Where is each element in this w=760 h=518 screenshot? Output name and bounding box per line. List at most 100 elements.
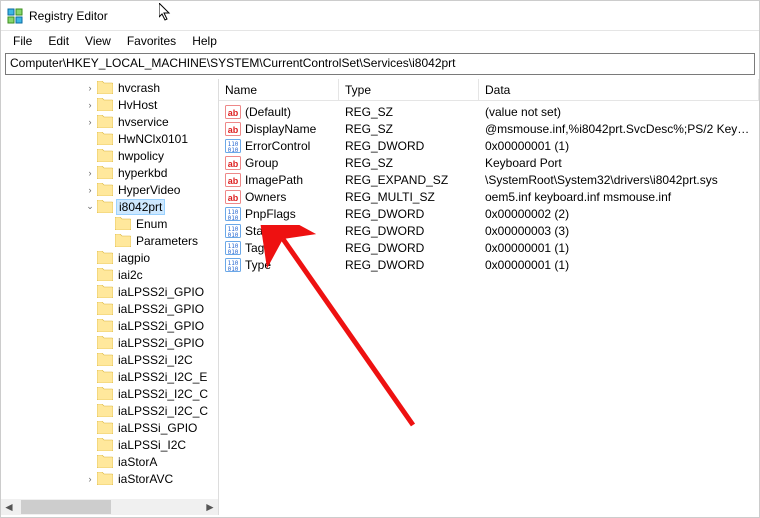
tree-label: iaStorA xyxy=(116,455,159,469)
svg-text:010: 010 xyxy=(228,266,239,273)
scroll-thumb[interactable] xyxy=(21,500,111,514)
value-row-imagepath[interactable]: abImagePathREG_EXPAND_SZ\SystemRoot\Syst… xyxy=(219,171,759,188)
tree-pane[interactable]: › hvcrash › HvHost › hvservice HwNClx0101 hwpol… xyxy=(1,79,219,515)
tree-label: iaLPSS2i_GPIO xyxy=(116,319,206,333)
expander-icon[interactable]: › xyxy=(83,185,97,195)
menu-file[interactable]: File xyxy=(5,32,40,50)
tree-item-ialpss2i_i2c_c[interactable]: iaLPSS2i_I2C_C xyxy=(1,402,218,419)
tree-label: HyperVideo xyxy=(116,183,182,197)
value-data: @msmouse.inf,%i8042prt.SvcDesc%;PS/2 Key… xyxy=(479,122,759,136)
expander-icon[interactable]: › xyxy=(83,83,97,93)
value-data: 0x00000003 (3) xyxy=(479,224,759,238)
value-name: Start xyxy=(245,224,270,238)
mouse-cursor-icon xyxy=(159,3,175,23)
tree-item-hvcrash[interactable]: › hvcrash xyxy=(1,79,218,96)
column-name[interactable]: Name xyxy=(219,79,339,100)
tree-item-hvhost[interactable]: › HvHost xyxy=(1,96,218,113)
svg-text:ab: ab xyxy=(228,108,239,118)
value-row-start[interactable]: 110010StartREG_DWORD0x00000003 (3) xyxy=(219,222,759,239)
expander-icon[interactable]: › xyxy=(83,474,97,484)
value-row-group[interactable]: abGroupREG_SZKeyboard Port xyxy=(219,154,759,171)
value-data: (value not set) xyxy=(479,105,759,119)
tree-item-ialpss2i_gpio[interactable]: iaLPSS2i_GPIO xyxy=(1,317,218,334)
value-name: Type xyxy=(245,258,271,272)
column-type[interactable]: Type xyxy=(339,79,479,100)
tree-item-ialpss2i_gpio[interactable]: iaLPSS2i_GPIO xyxy=(1,334,218,351)
tree-horizontal-scrollbar[interactable]: ◄ ► xyxy=(1,499,218,515)
menu-view[interactable]: View xyxy=(77,32,119,50)
scroll-left-icon[interactable]: ◄ xyxy=(1,500,17,514)
tree-item-parameters[interactable]: Parameters xyxy=(1,232,218,249)
menu-edit[interactable]: Edit xyxy=(40,32,77,50)
tree-item-hvservice[interactable]: › hvservice xyxy=(1,113,218,130)
value-type: REG_DWORD xyxy=(339,241,479,255)
window-title: Registry Editor xyxy=(29,9,108,23)
tree-item-hyperkbd[interactable]: › hyperkbd xyxy=(1,164,218,181)
value-row-default[interactable]: ab (Default) REG_SZ(value not set) xyxy=(219,103,759,120)
tree-label: hvcrash xyxy=(116,81,162,95)
tree-item-hypervideo[interactable]: › HyperVideo xyxy=(1,181,218,198)
address-bar[interactable]: Computer\HKEY_LOCAL_MACHINE\SYSTEM\Curre… xyxy=(5,53,755,75)
value-row-owners[interactable]: abOwnersREG_MULTI_SZoem5.inf keyboard.in… xyxy=(219,188,759,205)
tree-item-enum[interactable]: Enum xyxy=(1,215,218,232)
tree-label: iaLPSS2i_GPIO xyxy=(116,336,206,350)
tree-label: hvservice xyxy=(116,115,171,129)
tree-label: iaLPSSi_I2C xyxy=(116,438,188,452)
tree-item-iastora[interactable]: iaStorA xyxy=(1,453,218,470)
svg-text:ab: ab xyxy=(228,193,239,203)
tree-item-iai2c[interactable]: iai2c xyxy=(1,266,218,283)
svg-text:ab: ab xyxy=(228,176,239,186)
svg-text:010: 010 xyxy=(228,147,239,154)
tree-item-hwnclx0101[interactable]: HwNClx0101 xyxy=(1,130,218,147)
expander-icon[interactable]: › xyxy=(83,168,97,178)
tree-label: iaStorAVC xyxy=(116,472,175,486)
value-row-errorcontrol[interactable]: 110010ErrorControlREG_DWORD0x00000001 (1… xyxy=(219,137,759,154)
tree-item-ialpss2i_i2c[interactable]: iaLPSS2i_I2C xyxy=(1,351,218,368)
svg-text:010: 010 xyxy=(228,215,239,222)
regedit-icon xyxy=(7,8,23,24)
menu-favorites[interactable]: Favorites xyxy=(119,32,184,50)
tree-item-iastoravc[interactable]: › iaStorAVC xyxy=(1,470,218,487)
value-row-pnpflags[interactable]: 110010PnpFlagsREG_DWORD0x00000002 (2) xyxy=(219,205,759,222)
value-data: Keyboard Port xyxy=(479,156,759,170)
expander-icon[interactable]: › xyxy=(83,100,97,110)
tree-label: iaLPSSi_GPIO xyxy=(116,421,199,435)
value-row-type[interactable]: 110010TypeREG_DWORD0x00000001 (1) xyxy=(219,256,759,273)
value-name: (Default) xyxy=(245,105,291,119)
tree-item-ialpssi_i2c[interactable]: iaLPSSi_I2C xyxy=(1,436,218,453)
svg-text:010: 010 xyxy=(228,249,239,256)
tree-item-hwpolicy[interactable]: hwpolicy xyxy=(1,147,218,164)
tree-item-ialpss2i_gpio[interactable]: iaLPSS2i_GPIO xyxy=(1,300,218,317)
tree-label: HvHost xyxy=(116,98,159,112)
value-data: 0x00000002 (2) xyxy=(479,207,759,221)
tree-item-ialpssi_gpio[interactable]: iaLPSSi_GPIO xyxy=(1,419,218,436)
tree-label: hyperkbd xyxy=(116,166,169,180)
tree-item-i8042prt[interactable]: ⌄i8042prt xyxy=(1,198,218,215)
column-data[interactable]: Data xyxy=(479,79,759,100)
tree-label: hwpolicy xyxy=(116,149,166,163)
value-type: REG_SZ xyxy=(339,156,479,170)
tree-item-ialpss2i_i2c_c[interactable]: iaLPSS2i_I2C_C xyxy=(1,385,218,402)
value-data: \SystemRoot\System32\drivers\i8042prt.sy… xyxy=(479,173,759,187)
value-type: REG_SZ xyxy=(339,105,479,119)
value-row-displayname[interactable]: abDisplayNameREG_SZ@msmouse.inf,%i8042pr… xyxy=(219,120,759,137)
value-name: Tag xyxy=(245,241,264,255)
menubar: File Edit View Favorites Help xyxy=(1,31,759,51)
tree-label: iaLPSS2i_GPIO xyxy=(116,285,206,299)
menu-help[interactable]: Help xyxy=(184,32,225,50)
value-data: 0x00000001 (1) xyxy=(479,139,759,153)
tree-item-ialpss2i_i2c_e[interactable]: iaLPSS2i_I2C_E xyxy=(1,368,218,385)
titlebar: Registry Editor xyxy=(1,1,759,31)
expander-icon[interactable]: › xyxy=(83,117,97,127)
expander-icon[interactable]: ⌄ xyxy=(83,201,97,212)
value-type: REG_SZ xyxy=(339,122,479,136)
value-name: DisplayName xyxy=(245,122,316,136)
scroll-right-icon[interactable]: ► xyxy=(202,500,218,514)
tree-label: iaLPSS2i_I2C_C xyxy=(116,387,210,401)
tree-label: HwNClx0101 xyxy=(116,132,190,146)
list-pane[interactable]: Name Type Data ab(Default)REG_SZ(value n… xyxy=(219,79,759,515)
value-row-tag[interactable]: 110010TagREG_DWORD0x00000001 (1) xyxy=(219,239,759,256)
tree-item-ialpss2i_gpio[interactable]: iaLPSS2i_GPIO xyxy=(1,283,218,300)
tree-item-iagpio[interactable]: iagpio xyxy=(1,249,218,266)
value-type: REG_DWORD xyxy=(339,258,479,272)
